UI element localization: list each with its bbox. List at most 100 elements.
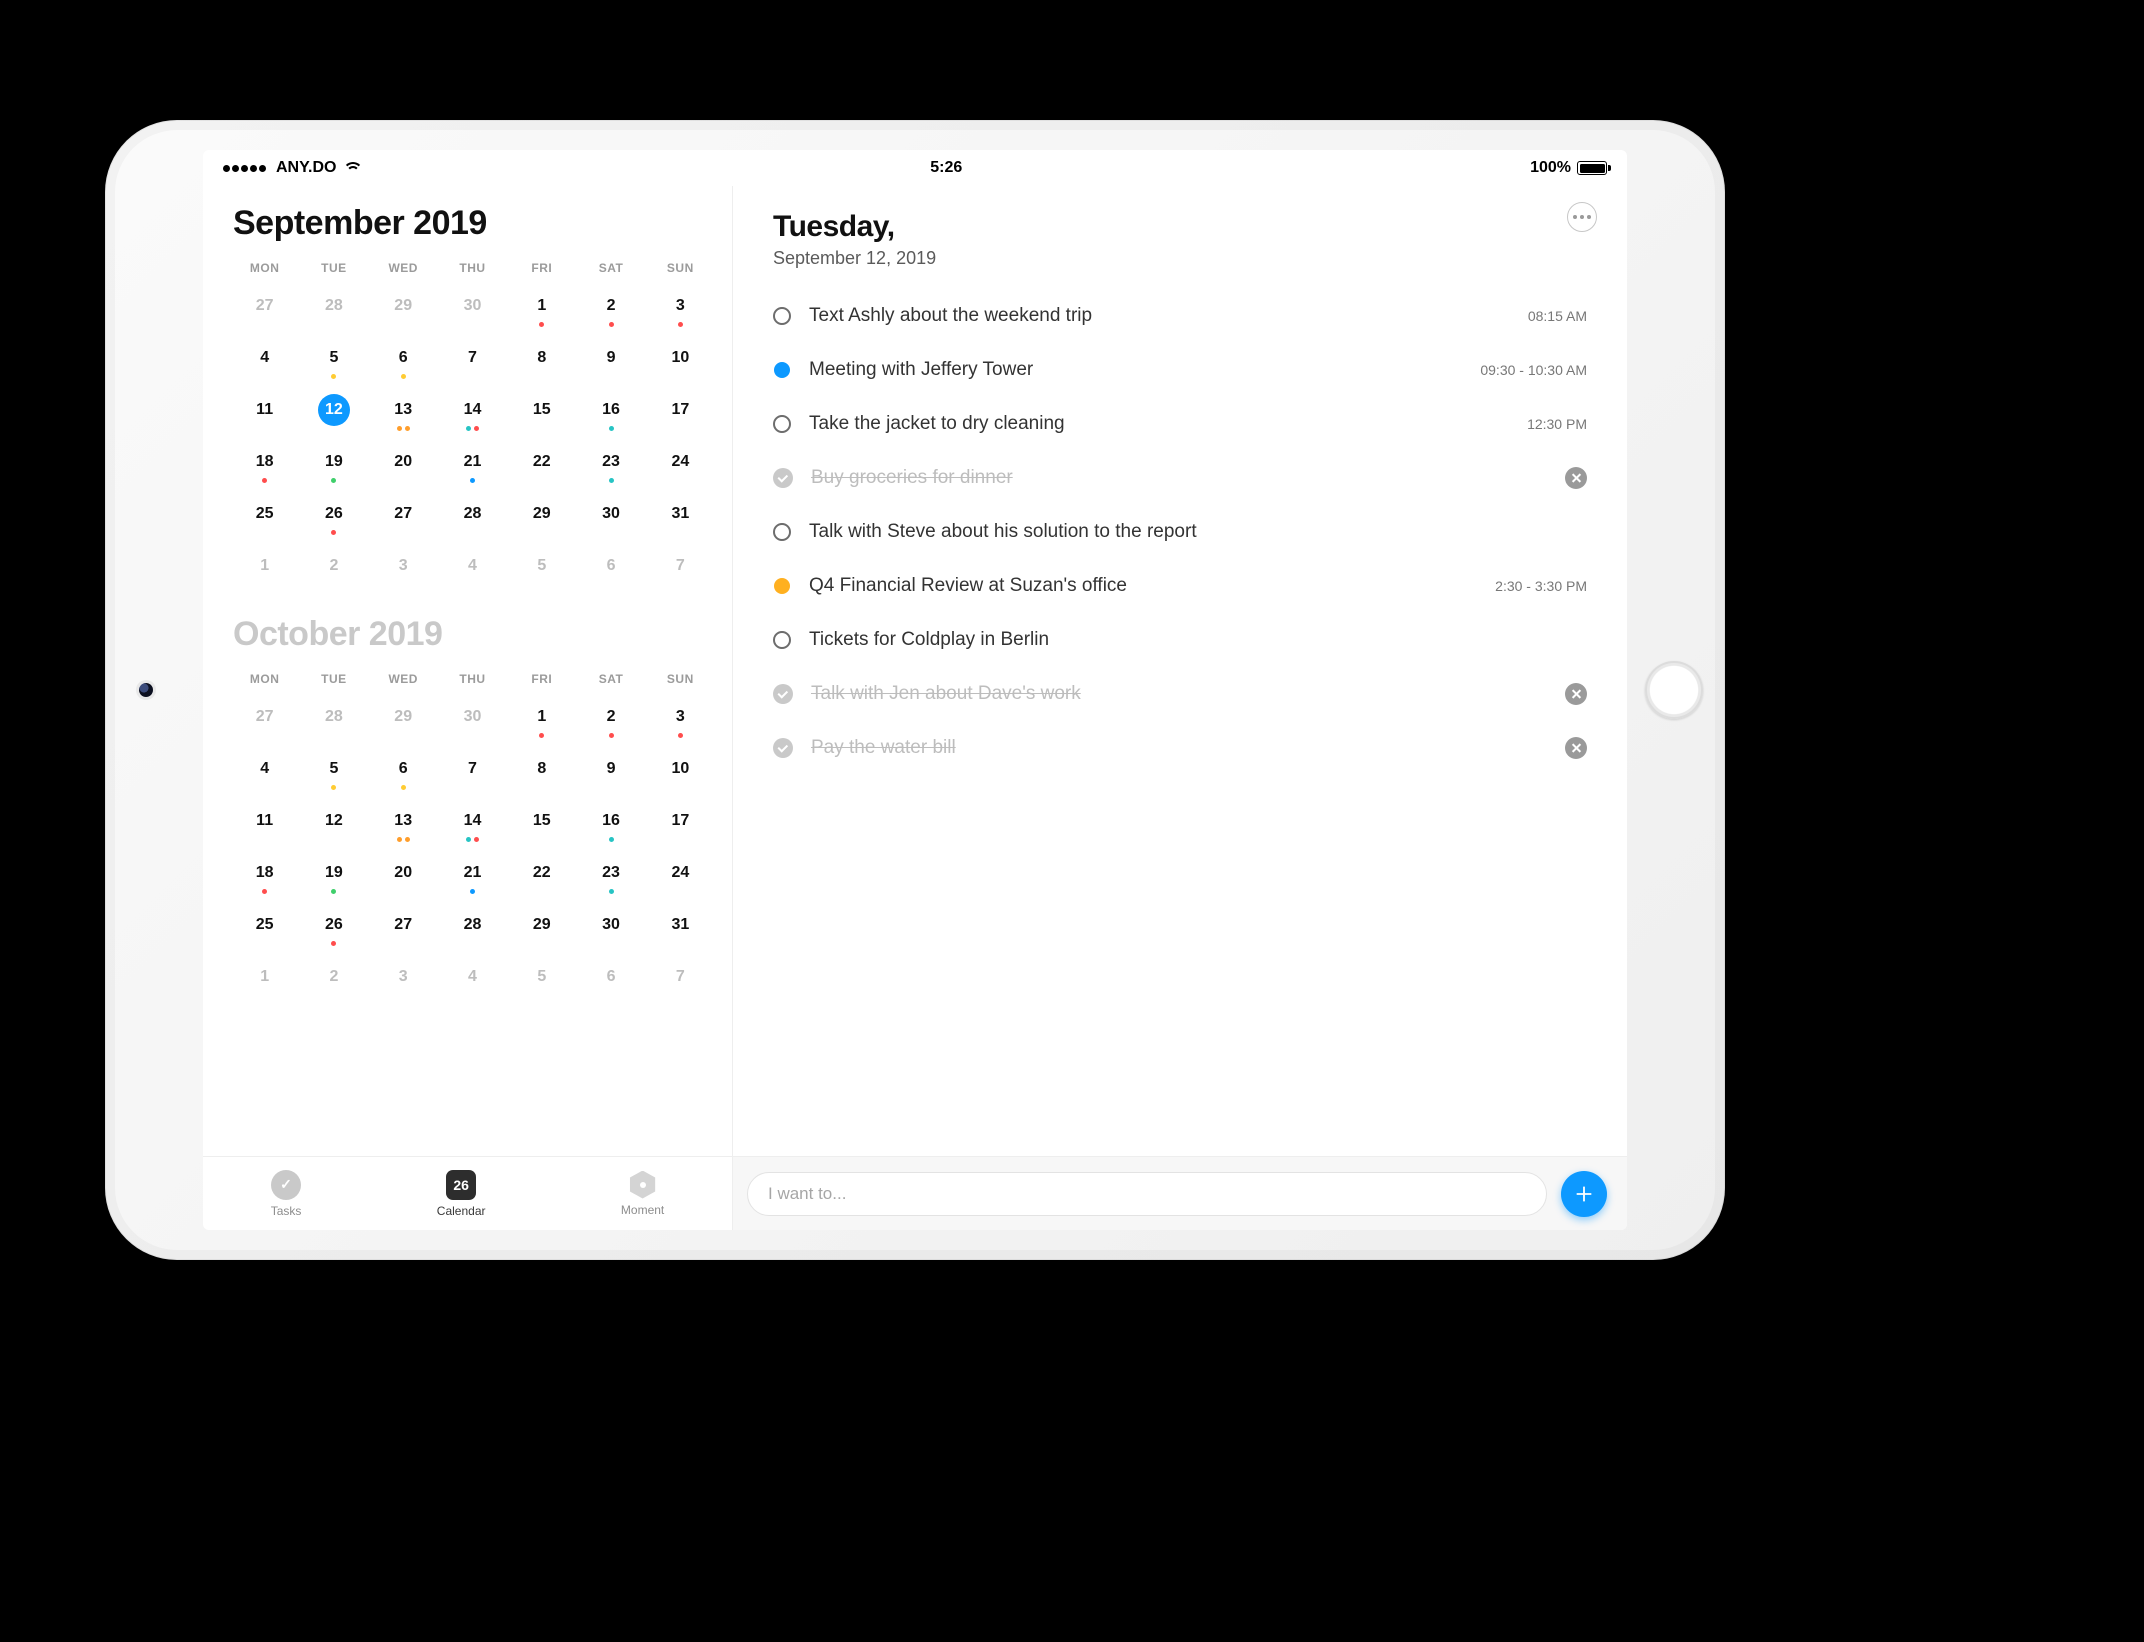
- calendar-day[interactable]: 27: [372, 902, 435, 948]
- calendar-day[interactable]: 7: [441, 335, 504, 381]
- calendar-day[interactable]: 7: [649, 954, 712, 1000]
- task-row[interactable]: Meeting with Jeffery Tower09:30 - 10:30 …: [773, 343, 1587, 397]
- calendar-day[interactable]: 4: [441, 954, 504, 1000]
- calendar-day[interactable]: 29: [510, 902, 573, 948]
- task-checkbox[interactable]: [773, 307, 791, 325]
- calendar-day[interactable]: 3: [649, 694, 712, 740]
- calendar-day[interactable]: 4: [233, 746, 296, 792]
- calendar-day[interactable]: 18: [233, 850, 296, 896]
- task-done-icon[interactable]: [773, 468, 793, 488]
- calendar-day[interactable]: 14: [441, 387, 504, 433]
- calendar-day[interactable]: 16: [579, 798, 642, 844]
- calendar-day[interactable]: 4: [441, 543, 504, 589]
- calendar-day[interactable]: 21: [441, 439, 504, 485]
- calendar-day[interactable]: 31: [649, 491, 712, 537]
- calendar-day[interactable]: 21: [441, 850, 504, 896]
- calendar-day[interactable]: 12: [302, 387, 365, 433]
- tab-moment[interactable]: Moment: [621, 1171, 664, 1217]
- calendar-day[interactable]: 1: [233, 954, 296, 1000]
- calendar-day[interactable]: 29: [510, 491, 573, 537]
- calendar-day[interactable]: 30: [579, 491, 642, 537]
- calendar-day[interactable]: 28: [441, 902, 504, 948]
- calendar-day[interactable]: 30: [441, 283, 504, 329]
- calendar-day[interactable]: 28: [302, 694, 365, 740]
- calendar-day[interactable]: 16: [579, 387, 642, 433]
- calendar-day[interactable]: 27: [233, 283, 296, 329]
- calendar-day[interactable]: 30: [579, 902, 642, 948]
- task-row[interactable]: Q4 Financial Review at Suzan's office2:3…: [773, 559, 1587, 613]
- calendar-day[interactable]: 19: [302, 850, 365, 896]
- task-row[interactable]: Talk with Jen about Dave's work: [773, 667, 1587, 721]
- task-row[interactable]: Tickets for Coldplay in Berlin: [773, 613, 1587, 667]
- calendar-day[interactable]: 15: [510, 387, 573, 433]
- calendar-day[interactable]: 7: [441, 746, 504, 792]
- task-row[interactable]: Text Ashly about the weekend trip08:15 A…: [773, 289, 1587, 343]
- calendar-day[interactable]: 1: [510, 283, 573, 329]
- calendar-day[interactable]: 20: [372, 850, 435, 896]
- calendar-day[interactable]: 6: [372, 335, 435, 381]
- calendar-day[interactable]: 6: [372, 746, 435, 792]
- calendar-day[interactable]: 14: [441, 798, 504, 844]
- task-checkbox[interactable]: [773, 631, 791, 649]
- task-row[interactable]: Take the jacket to dry cleaning12:30 PM: [773, 397, 1587, 451]
- calendar-day[interactable]: 22: [510, 850, 573, 896]
- delete-task-button[interactable]: [1565, 467, 1587, 489]
- calendar-day[interactable]: 2: [579, 283, 642, 329]
- task-row[interactable]: Talk with Steve about his solution to th…: [773, 505, 1587, 559]
- calendar-day[interactable]: 12: [302, 798, 365, 844]
- quick-add-input[interactable]: [747, 1172, 1547, 1216]
- calendar-day[interactable]: 1: [233, 543, 296, 589]
- calendar-day[interactable]: 3: [372, 954, 435, 1000]
- tab-calendar[interactable]: 26 Calendar: [437, 1170, 486, 1218]
- home-button[interactable]: [1645, 661, 1703, 719]
- calendar-day[interactable]: 25: [233, 902, 296, 948]
- calendar-day[interactable]: 11: [233, 798, 296, 844]
- calendar-day[interactable]: 31: [649, 902, 712, 948]
- task-done-icon[interactable]: [773, 684, 793, 704]
- task-checkbox[interactable]: [773, 523, 791, 541]
- calendar-day[interactable]: 27: [372, 491, 435, 537]
- calendar-day[interactable]: 13: [372, 387, 435, 433]
- calendar-scroll[interactable]: September 2019MONTUEWEDTHUFRISATSUN27282…: [203, 186, 732, 1156]
- calendar-day[interactable]: 13: [372, 798, 435, 844]
- calendar-day[interactable]: 8: [510, 746, 573, 792]
- task-done-icon[interactable]: [773, 738, 793, 758]
- calendar-day[interactable]: 11: [233, 387, 296, 433]
- calendar-day[interactable]: 26: [302, 902, 365, 948]
- calendar-day[interactable]: 28: [441, 491, 504, 537]
- calendar-day[interactable]: 24: [649, 850, 712, 896]
- calendar-day[interactable]: 3: [372, 543, 435, 589]
- task-checkbox[interactable]: [773, 415, 791, 433]
- task-row[interactable]: Buy groceries for dinner: [773, 451, 1587, 505]
- calendar-day[interactable]: 1: [510, 694, 573, 740]
- calendar-day[interactable]: 28: [302, 283, 365, 329]
- calendar-day[interactable]: 25: [233, 491, 296, 537]
- calendar-day[interactable]: 6: [579, 954, 642, 1000]
- calendar-day[interactable]: 6: [579, 543, 642, 589]
- calendar-day[interactable]: 2: [302, 954, 365, 1000]
- calendar-day[interactable]: 18: [233, 439, 296, 485]
- calendar-day[interactable]: 30: [441, 694, 504, 740]
- calendar-day[interactable]: 29: [372, 283, 435, 329]
- calendar-day[interactable]: 15: [510, 798, 573, 844]
- calendar-day[interactable]: 23: [579, 439, 642, 485]
- calendar-day[interactable]: 19: [302, 439, 365, 485]
- calendar-day[interactable]: 5: [302, 335, 365, 381]
- calendar-day[interactable]: 27: [233, 694, 296, 740]
- calendar-day[interactable]: 26: [302, 491, 365, 537]
- add-button[interactable]: [1561, 1171, 1607, 1217]
- calendar-day[interactable]: 8: [510, 335, 573, 381]
- delete-task-button[interactable]: [1565, 683, 1587, 705]
- calendar-day[interactable]: 20: [372, 439, 435, 485]
- calendar-day[interactable]: 17: [649, 387, 712, 433]
- calendar-day[interactable]: 10: [649, 746, 712, 792]
- calendar-day[interactable]: 5: [302, 746, 365, 792]
- calendar-day[interactable]: 22: [510, 439, 573, 485]
- calendar-day[interactable]: 5: [510, 543, 573, 589]
- calendar-day[interactable]: 17: [649, 798, 712, 844]
- calendar-day[interactable]: 2: [579, 694, 642, 740]
- calendar-day[interactable]: 2: [302, 543, 365, 589]
- calendar-day[interactable]: 23: [579, 850, 642, 896]
- task-row[interactable]: Pay the water bill: [773, 721, 1587, 775]
- calendar-day[interactable]: 5: [510, 954, 573, 1000]
